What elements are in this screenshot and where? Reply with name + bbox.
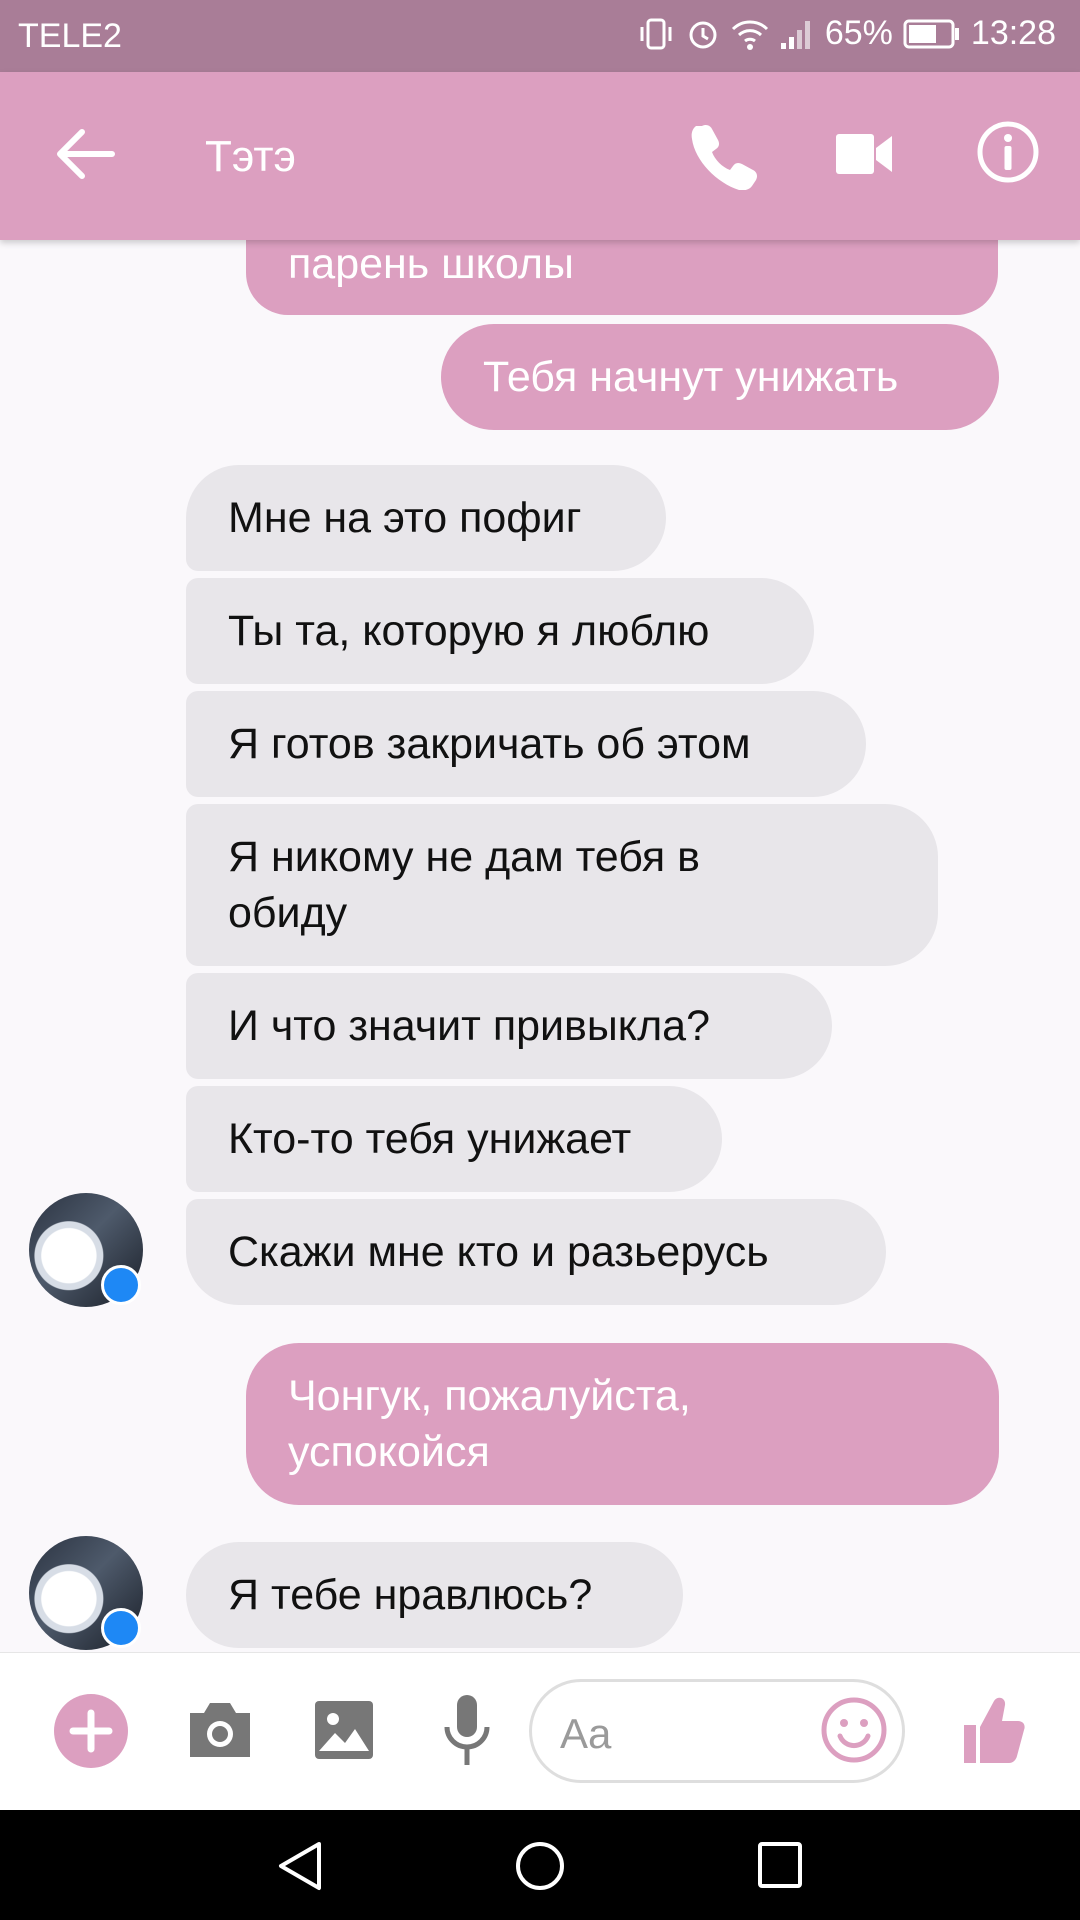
message-incoming[interactable]: Я тебе нравлюсь? [186, 1542, 683, 1648]
message-text: Я тебе нравлюсь? [228, 1571, 593, 1619]
vibrate-icon [640, 18, 672, 49]
message-text: Чонгук, пожалуйста, успокойся [288, 1372, 691, 1476]
alarm-icon [689, 21, 717, 48]
microphone-icon[interactable] [442, 1693, 492, 1769]
nav-back-icon[interactable] [275, 1840, 325, 1892]
message-text: Я никому не дам тебя в обиду [228, 833, 700, 937]
status-bar: TELE2 65% 13:28 [0, 0, 1080, 72]
status-icons: 65% 13:28 [637, 14, 1056, 53]
carrier-label: TELE2 [18, 17, 122, 55]
battery-percent: 65% [824, 14, 893, 52]
system-navigation-bar [0, 1810, 1080, 1920]
message-input[interactable]: Aa [529, 1679, 905, 1783]
message-outgoing[interactable]: Чонгук, пожалуйста, успокойся [246, 1343, 999, 1505]
message-text: Я готов закричать об этом [228, 720, 751, 768]
emoji-icon[interactable] [820, 1696, 888, 1764]
battery-icon [903, 19, 959, 48]
phone-icon[interactable] [688, 120, 758, 190]
video-icon[interactable] [834, 128, 894, 180]
conversation-header: Тэтэ [0, 72, 1080, 240]
message-text: Кто-то тебя унижает [228, 1115, 632, 1163]
message-text: Ты та, которую я люблю [228, 607, 710, 655]
wifi-icon [731, 19, 768, 50]
info-icon[interactable] [976, 120, 1040, 184]
message-input-placeholder: Aa [560, 1710, 612, 1757]
thumbs-up-icon[interactable] [962, 1693, 1026, 1765]
message-incoming[interactable]: И что значит привыкла? [186, 973, 832, 1079]
camera-icon[interactable] [186, 1699, 254, 1761]
message-incoming[interactable]: Кто-то тебя унижает [186, 1086, 722, 1192]
message-composer: Aa [0, 1652, 1080, 1811]
message-outgoing[interactable]: Тебя начнут унижать [441, 324, 999, 430]
messenger-badge-icon [101, 1265, 141, 1305]
message-incoming[interactable]: Мне на это пофиг [186, 465, 666, 571]
message-text: Скажи мне кто и разьерусь [228, 1228, 769, 1276]
message-text: Тебя начнут унижать [483, 353, 899, 401]
back-arrow-icon[interactable] [52, 124, 118, 184]
contact-name[interactable]: Тэтэ [205, 132, 296, 182]
nav-recents-icon[interactable] [756, 1840, 804, 1890]
message-incoming[interactable]: Ты та, которую я люблю [186, 578, 814, 684]
plus-icon[interactable] [53, 1693, 129, 1769]
message-text: Мне на это пофиг [228, 494, 582, 542]
message-incoming[interactable]: Я никому не дам тебя в обиду [186, 804, 938, 966]
clock: 13:28 [970, 14, 1056, 52]
message-incoming[interactable]: Скажи мне кто и разьерусь [186, 1199, 886, 1305]
message-incoming[interactable]: Я готов закричать об этом [186, 691, 866, 797]
contact-avatar[interactable] [29, 1536, 143, 1650]
message-text: парень школы [288, 240, 574, 288]
signal-icon [780, 20, 810, 49]
message-outgoing[interactable]: парень школы [246, 240, 998, 315]
message-text: И что значит привыкла? [228, 1002, 711, 1050]
messenger-badge-icon [101, 1608, 141, 1648]
contact-avatar[interactable] [29, 1193, 143, 1307]
nav-home-icon[interactable] [514, 1840, 566, 1892]
message-thread[interactable]: парень школы Тебя начнут унижать Мне на … [0, 240, 1080, 1652]
gallery-icon[interactable] [313, 1699, 375, 1761]
